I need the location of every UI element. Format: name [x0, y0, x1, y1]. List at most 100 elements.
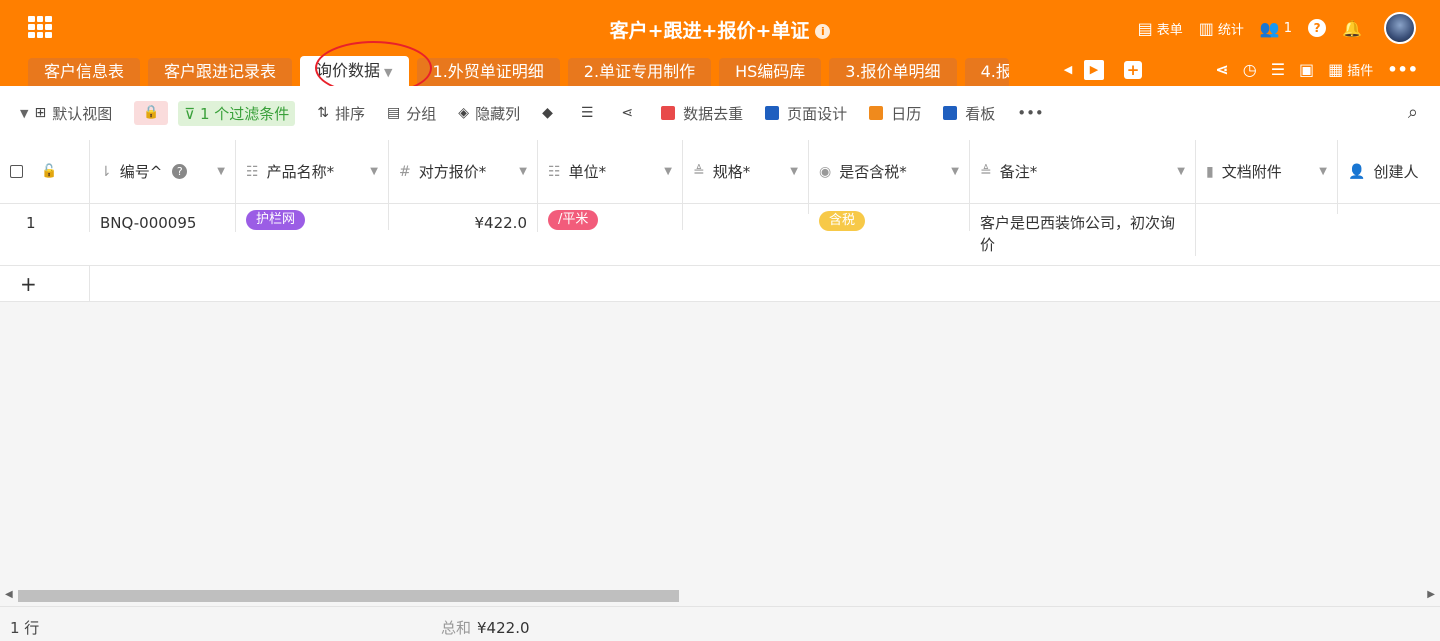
fill-color-button[interactable]: ◆ [542, 105, 559, 121]
sort-icon: ⇂ [100, 163, 112, 180]
share-view-button[interactable]: ⋖ [621, 105, 639, 121]
more-icon: ••• [1017, 104, 1044, 122]
settings-sliders-icon[interactable]: ☰ [1271, 60, 1285, 79]
list-icon: ☷ [246, 163, 259, 180]
stats-button[interactable]: ▥ 统计 [1199, 19, 1244, 38]
sort-button[interactable]: ⇅ 排序 [317, 103, 365, 124]
view-toolbar: ▼ ⊞ 默认视图 🔒 ⊽ 1 个过滤条件 ⇅ 排序 ▤ 分组 ◈ 隐藏列 ◆ ☰ ⋖ … [0, 86, 1440, 140]
help-icon[interactable]: ? [172, 164, 188, 179]
plugin-label[interactable]: 插件 [1347, 60, 1373, 79]
scroll-right-icon[interactable]: ▶ [1427, 589, 1435, 600]
cell-note[interactable]: 客户是巴西装饰公司，初次询价 [970, 204, 1196, 256]
cell-tax[interactable]: 含税 [809, 204, 970, 231]
share-icon[interactable]: ⋖ [1215, 60, 1228, 79]
column-header-unit[interactable]: ☷ 单位* ▼ [538, 140, 683, 203]
horizontal-scrollbar[interactable]: ◀ ▶ [0, 586, 1440, 606]
kanban-button[interactable]: 看板 [943, 103, 995, 124]
cell-spec[interactable] [683, 204, 809, 214]
tab-customer-info[interactable]: 客户信息表 [28, 58, 141, 86]
cell-product[interactable]: 护栏网 [236, 204, 389, 230]
avatar[interactable] [1384, 12, 1416, 44]
dedupe-icon [661, 106, 676, 120]
tab-quote[interactable]: 4.报价单 [964, 58, 1009, 86]
scroll-left-icon[interactable]: ◀ [5, 589, 13, 600]
chevron-down-icon[interactable]: ▼ [664, 166, 672, 177]
cell-id[interactable]: BNQ-000095 [90, 204, 236, 232]
cell-attachment[interactable] [1196, 204, 1338, 214]
add-row[interactable]: + [0, 266, 1440, 302]
info-icon[interactable]: i [815, 24, 831, 39]
form-icon: ▤ [1137, 18, 1153, 38]
lock-view-button[interactable]: 🔒 [134, 101, 169, 125]
column-header-price[interactable]: # 对方报价* ▼ [389, 140, 538, 203]
code-icon[interactable]: ▣ [1299, 60, 1314, 79]
more-icon[interactable]: ••• [1387, 60, 1418, 79]
cell-price[interactable]: ¥422.0 [389, 204, 538, 232]
search-icon[interactable]: ⌕ [1408, 102, 1418, 123]
sort-icon: ⇅ [317, 105, 330, 121]
unit-tag: /平米 [548, 210, 599, 230]
help-button[interactable]: ? [1308, 19, 1327, 37]
column-header-id[interactable]: ⇂ 编号^? ▼ [90, 140, 236, 203]
list-icon: ☷ [548, 163, 561, 180]
tab-inquiry-data[interactable]: 询价数据 ▼ [300, 56, 409, 86]
form-button[interactable]: ▤ 表单 [1138, 19, 1183, 38]
tab-document-production[interactable]: 2.单证专用制作 [567, 58, 712, 86]
row-height-button[interactable]: ☰ [581, 105, 600, 121]
scrollbar-thumb[interactable] [18, 590, 679, 602]
chevron-down-icon[interactable]: ▼ [384, 66, 392, 79]
column-header-product[interactable]: ☷ 产品名称* ▼ [236, 140, 389, 203]
app-header: 客户+跟进+报价+单证 i ▤ 表单 ▥ 统计 👥 1 ? 🔔 客户信息表 客户跟进记录… [0, 0, 1440, 86]
add-table-icon[interactable]: + [1124, 61, 1142, 79]
header-actions: ▤ 表单 ▥ 统计 👥 1 ? 🔔 [1122, 12, 1416, 44]
hide-columns-button[interactable]: ◈ 隐藏列 [458, 103, 520, 124]
bell-icon: 🔔 [1342, 18, 1362, 38]
plugin-icon[interactable]: ▦ [1328, 60, 1343, 79]
page-design-button[interactable]: 页面设计 [765, 103, 847, 124]
grid-view-icon: ⊞ [34, 105, 47, 121]
table-row[interactable]: 1 BNQ-000095 护栏网 ¥422.0 /平米 含税 客户是巴西装饰公司… [0, 204, 1440, 266]
column-header-tax[interactable]: ◉ 是否含税* ▼ [809, 140, 970, 203]
tab-hs-codes[interactable]: HS编码库 [719, 58, 822, 86]
tab-trade-documents[interactable]: 1.外贸单证明细 [416, 58, 560, 86]
more-toolbar-button[interactable]: ••• [1017, 104, 1044, 122]
chevron-down-icon[interactable]: ▼ [1177, 166, 1185, 177]
collaborators-button[interactable]: 👥 1 [1260, 19, 1292, 38]
history-icon[interactable]: ◷ [1243, 60, 1257, 79]
users-icon: 👥 [1259, 18, 1280, 38]
dedupe-button[interactable]: 数据去重 [661, 103, 743, 124]
number-icon: # [399, 163, 411, 180]
chevron-down-icon[interactable]: ▼ [370, 166, 378, 177]
row-count: 1 行 [10, 619, 40, 637]
add-row-button[interactable]: + [0, 266, 90, 301]
file-icon: ▮ [1206, 163, 1214, 180]
calendar-button[interactable]: 日历 [869, 103, 921, 124]
column-header-creator[interactable]: 👤 创建人 [1338, 140, 1440, 203]
chevron-down-icon[interactable]: ▼ [217, 166, 225, 177]
select-all-checkbox[interactable] [10, 165, 23, 178]
kanban-icon [943, 106, 958, 120]
view-selector[interactable]: ▼ ⊞ 默认视图 [20, 103, 112, 124]
group-icon: ▤ [387, 105, 401, 121]
tab-prev-icon[interactable]: ◀ [1058, 60, 1078, 80]
filter-icon: ⊽ [184, 104, 200, 123]
cell-unit[interactable]: /平米 [538, 204, 683, 230]
column-header-spec[interactable]: ≜ 规格* ▼ [683, 140, 809, 203]
cell-creator[interactable] [1338, 204, 1440, 214]
chevron-down-icon[interactable]: ▼ [790, 166, 798, 177]
lock-icon: 🔒 [143, 105, 160, 120]
chevron-down-icon[interactable]: ▼ [951, 166, 959, 177]
chevron-down-icon[interactable]: ▼ [1319, 166, 1327, 177]
column-header-attachment[interactable]: ▮ 文档附件 ▼ [1196, 140, 1338, 203]
select-icon: ◉ [819, 163, 832, 180]
notification-button[interactable]: 🔔 [1342, 19, 1366, 38]
group-button[interactable]: ▤ 分组 [387, 103, 436, 124]
lock-icon[interactable]: 🔓 [41, 164, 57, 179]
column-header-note[interactable]: ≜ 备注* ▼ [970, 140, 1196, 203]
filter-button[interactable]: ⊽ 1 个过滤条件 [178, 100, 296, 126]
tab-quote-details[interactable]: 3.报价单明细 [829, 58, 957, 86]
tab-followup-records[interactable]: 客户跟进记录表 [148, 58, 293, 86]
tab-next-icon[interactable]: ▶ [1084, 60, 1104, 80]
chevron-down-icon[interactable]: ▼ [519, 166, 527, 177]
text-icon: ≜ [693, 163, 705, 180]
